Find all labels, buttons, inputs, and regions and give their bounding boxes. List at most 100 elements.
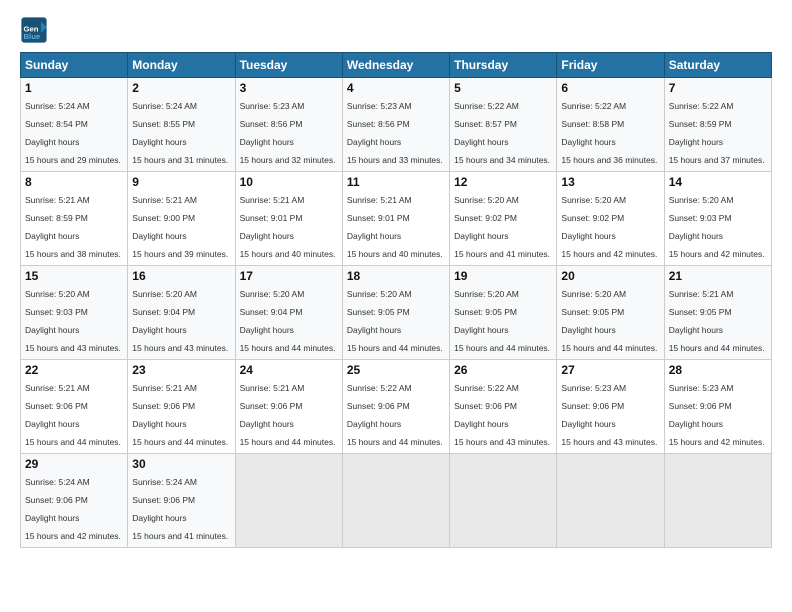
day-number: 16 xyxy=(132,269,230,283)
day-number: 13 xyxy=(561,175,659,189)
calendar-cell: 20 Sunrise: 5:20 AMSunset: 9:05 PMDaylig… xyxy=(557,266,664,360)
weekday-header-tuesday: Tuesday xyxy=(235,53,342,78)
day-info: Sunrise: 5:21 AMSunset: 8:59 PMDaylight … xyxy=(25,195,121,259)
weekday-header-friday: Friday xyxy=(557,53,664,78)
day-info: Sunrise: 5:24 AMSunset: 8:54 PMDaylight … xyxy=(25,101,121,165)
day-number: 6 xyxy=(561,81,659,95)
day-number: 12 xyxy=(454,175,552,189)
day-info: Sunrise: 5:21 AMSunset: 9:01 PMDaylight … xyxy=(240,195,336,259)
calendar-cell: 22 Sunrise: 5:21 AMSunset: 9:06 PMDaylig… xyxy=(21,360,128,454)
day-number: 1 xyxy=(25,81,123,95)
calendar-cell: 5 Sunrise: 5:22 AMSunset: 8:57 PMDayligh… xyxy=(450,78,557,172)
day-info: Sunrise: 5:23 AMSunset: 8:56 PMDaylight … xyxy=(240,101,336,165)
calendar-cell: 26 Sunrise: 5:22 AMSunset: 9:06 PMDaylig… xyxy=(450,360,557,454)
weekday-header-saturday: Saturday xyxy=(664,53,771,78)
day-info: Sunrise: 5:22 AMSunset: 8:58 PMDaylight … xyxy=(561,101,657,165)
calendar-header-row: SundayMondayTuesdayWednesdayThursdayFrid… xyxy=(21,53,772,78)
day-info: Sunrise: 5:24 AMSunset: 9:06 PMDaylight … xyxy=(132,477,228,541)
calendar-cell: 6 Sunrise: 5:22 AMSunset: 8:58 PMDayligh… xyxy=(557,78,664,172)
day-info: Sunrise: 5:24 AMSunset: 8:55 PMDaylight … xyxy=(132,101,228,165)
calendar-cell: 15 Sunrise: 5:20 AMSunset: 9:03 PMDaylig… xyxy=(21,266,128,360)
calendar-cell: 21 Sunrise: 5:21 AMSunset: 9:05 PMDaylig… xyxy=(664,266,771,360)
calendar-cell: 12 Sunrise: 5:20 AMSunset: 9:02 PMDaylig… xyxy=(450,172,557,266)
calendar-row-2: 8 Sunrise: 5:21 AMSunset: 8:59 PMDayligh… xyxy=(21,172,772,266)
day-info: Sunrise: 5:21 AMSunset: 9:06 PMDaylight … xyxy=(25,383,121,447)
calendar-cell: 19 Sunrise: 5:20 AMSunset: 9:05 PMDaylig… xyxy=(450,266,557,360)
day-number: 8 xyxy=(25,175,123,189)
calendar-cell xyxy=(450,454,557,548)
day-info: Sunrise: 5:20 AMSunset: 9:05 PMDaylight … xyxy=(561,289,657,353)
calendar-cell xyxy=(235,454,342,548)
calendar-cell: 4 Sunrise: 5:23 AMSunset: 8:56 PMDayligh… xyxy=(342,78,449,172)
day-number: 15 xyxy=(25,269,123,283)
day-info: Sunrise: 5:20 AMSunset: 9:05 PMDaylight … xyxy=(454,289,550,353)
day-number: 19 xyxy=(454,269,552,283)
day-number: 18 xyxy=(347,269,445,283)
day-info: Sunrise: 5:20 AMSunset: 9:02 PMDaylight … xyxy=(561,195,657,259)
day-number: 20 xyxy=(561,269,659,283)
calendar-cell: 18 Sunrise: 5:20 AMSunset: 9:05 PMDaylig… xyxy=(342,266,449,360)
calendar-cell: 27 Sunrise: 5:23 AMSunset: 9:06 PMDaylig… xyxy=(557,360,664,454)
day-info: Sunrise: 5:22 AMSunset: 8:59 PMDaylight … xyxy=(669,101,765,165)
day-info: Sunrise: 5:24 AMSunset: 9:06 PMDaylight … xyxy=(25,477,121,541)
day-info: Sunrise: 5:20 AMSunset: 9:03 PMDaylight … xyxy=(25,289,121,353)
calendar-cell: 8 Sunrise: 5:21 AMSunset: 8:59 PMDayligh… xyxy=(21,172,128,266)
day-info: Sunrise: 5:20 AMSunset: 9:04 PMDaylight … xyxy=(132,289,228,353)
day-number: 21 xyxy=(669,269,767,283)
day-number: 24 xyxy=(240,363,338,377)
weekday-header-sunday: Sunday xyxy=(21,53,128,78)
day-number: 11 xyxy=(347,175,445,189)
day-number: 17 xyxy=(240,269,338,283)
day-info: Sunrise: 5:21 AMSunset: 9:05 PMDaylight … xyxy=(669,289,765,353)
calendar-cell xyxy=(342,454,449,548)
calendar-cell: 10 Sunrise: 5:21 AMSunset: 9:01 PMDaylig… xyxy=(235,172,342,266)
day-number: 27 xyxy=(561,363,659,377)
logo: Gen Blue xyxy=(20,16,52,44)
calendar-cell: 14 Sunrise: 5:20 AMSunset: 9:03 PMDaylig… xyxy=(664,172,771,266)
day-info: Sunrise: 5:21 AMSunset: 9:06 PMDaylight … xyxy=(240,383,336,447)
weekday-header-monday: Monday xyxy=(128,53,235,78)
day-number: 23 xyxy=(132,363,230,377)
svg-text:Blue: Blue xyxy=(24,32,41,41)
calendar-cell: 28 Sunrise: 5:23 AMSunset: 9:06 PMDaylig… xyxy=(664,360,771,454)
day-number: 10 xyxy=(240,175,338,189)
calendar-row-5: 29 Sunrise: 5:24 AMSunset: 9:06 PMDaylig… xyxy=(21,454,772,548)
day-number: 14 xyxy=(669,175,767,189)
header: Gen Blue xyxy=(20,16,772,44)
day-info: Sunrise: 5:22 AMSunset: 8:57 PMDaylight … xyxy=(454,101,550,165)
day-number: 2 xyxy=(132,81,230,95)
calendar: SundayMondayTuesdayWednesdayThursdayFrid… xyxy=(20,52,772,548)
day-number: 4 xyxy=(347,81,445,95)
day-info: Sunrise: 5:22 AMSunset: 9:06 PMDaylight … xyxy=(347,383,443,447)
logo-icon: Gen Blue xyxy=(20,16,48,44)
calendar-row-4: 22 Sunrise: 5:21 AMSunset: 9:06 PMDaylig… xyxy=(21,360,772,454)
calendar-cell: 24 Sunrise: 5:21 AMSunset: 9:06 PMDaylig… xyxy=(235,360,342,454)
calendar-cell xyxy=(557,454,664,548)
weekday-header-thursday: Thursday xyxy=(450,53,557,78)
day-number: 26 xyxy=(454,363,552,377)
day-number: 29 xyxy=(25,457,123,471)
calendar-cell: 11 Sunrise: 5:21 AMSunset: 9:01 PMDaylig… xyxy=(342,172,449,266)
day-info: Sunrise: 5:21 AMSunset: 9:06 PMDaylight … xyxy=(132,383,228,447)
calendar-cell: 23 Sunrise: 5:21 AMSunset: 9:06 PMDaylig… xyxy=(128,360,235,454)
day-info: Sunrise: 5:20 AMSunset: 9:05 PMDaylight … xyxy=(347,289,443,353)
calendar-cell: 3 Sunrise: 5:23 AMSunset: 8:56 PMDayligh… xyxy=(235,78,342,172)
weekday-header-wednesday: Wednesday xyxy=(342,53,449,78)
day-info: Sunrise: 5:20 AMSunset: 9:03 PMDaylight … xyxy=(669,195,765,259)
day-info: Sunrise: 5:22 AMSunset: 9:06 PMDaylight … xyxy=(454,383,550,447)
day-number: 22 xyxy=(25,363,123,377)
calendar-cell: 2 Sunrise: 5:24 AMSunset: 8:55 PMDayligh… xyxy=(128,78,235,172)
calendar-row-3: 15 Sunrise: 5:20 AMSunset: 9:03 PMDaylig… xyxy=(21,266,772,360)
calendar-cell: 1 Sunrise: 5:24 AMSunset: 8:54 PMDayligh… xyxy=(21,78,128,172)
day-info: Sunrise: 5:20 AMSunset: 9:02 PMDaylight … xyxy=(454,195,550,259)
day-number: 7 xyxy=(669,81,767,95)
calendar-cell: 7 Sunrise: 5:22 AMSunset: 8:59 PMDayligh… xyxy=(664,78,771,172)
day-info: Sunrise: 5:23 AMSunset: 9:06 PMDaylight … xyxy=(561,383,657,447)
day-number: 30 xyxy=(132,457,230,471)
day-info: Sunrise: 5:20 AMSunset: 9:04 PMDaylight … xyxy=(240,289,336,353)
calendar-cell xyxy=(664,454,771,548)
calendar-cell: 30 Sunrise: 5:24 AMSunset: 9:06 PMDaylig… xyxy=(128,454,235,548)
day-info: Sunrise: 5:23 AMSunset: 8:56 PMDaylight … xyxy=(347,101,443,165)
calendar-cell: 9 Sunrise: 5:21 AMSunset: 9:00 PMDayligh… xyxy=(128,172,235,266)
day-number: 5 xyxy=(454,81,552,95)
